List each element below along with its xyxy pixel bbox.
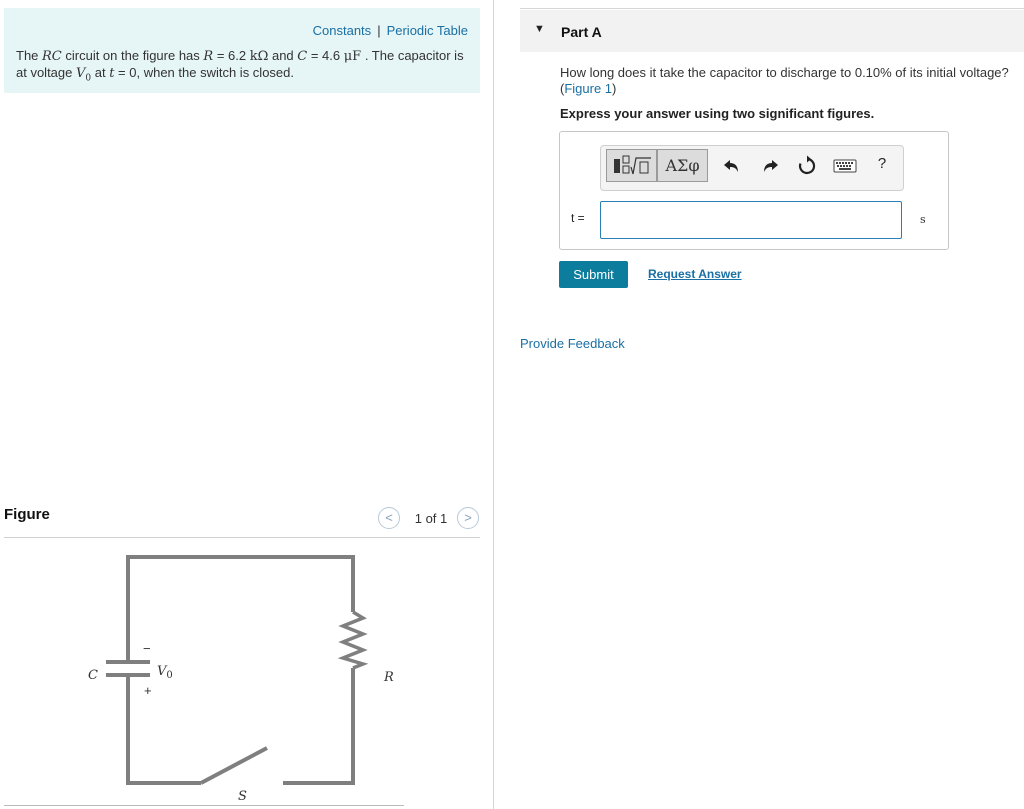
capacitor-label: C <box>88 668 98 683</box>
next-figure-button[interactable]: > <box>457 507 479 529</box>
part-top-divider <box>520 8 1024 9</box>
redo-icon[interactable] <box>758 154 782 178</box>
figure-divider <box>4 537 480 538</box>
circuit-wire-resistor-bottom <box>283 668 355 785</box>
request-answer-link[interactable]: Request Answer <box>648 267 742 281</box>
templates-icon <box>614 155 651 175</box>
question-text: How long does it take the capacitor to d… <box>560 65 1009 96</box>
figure-bottom-divider <box>4 805 404 806</box>
reset-icon[interactable] <box>795 154 819 178</box>
resistor-zigzag <box>337 610 369 670</box>
problem-statement-box: Constants | Periodic Table The RC circuit … <box>4 8 480 93</box>
link-separator: | <box>377 23 381 38</box>
figure-title: Figure <box>4 506 50 523</box>
answer-input[interactable] <box>600 201 902 239</box>
keyboard-icon[interactable] <box>833 157 857 175</box>
help-icon[interactable]: ? <box>871 155 893 172</box>
previous-figure-button[interactable]: < <box>378 507 400 529</box>
circuit-wire-left <box>126 555 355 661</box>
part-title[interactable]: Part A <box>561 24 602 40</box>
templates-button[interactable] <box>606 149 657 182</box>
switch-label: S <box>238 789 247 804</box>
voltage-label: V0 <box>157 664 173 681</box>
resource-links: Constants | Periodic Table <box>313 23 468 38</box>
answer-unit-label: s <box>920 213 926 226</box>
circuit-wire-switch-left <box>126 676 201 785</box>
capacitor-minus-sign: − <box>143 641 151 656</box>
answer-variable-label: t = <box>571 211 585 225</box>
submit-button[interactable]: Submit <box>559 261 628 288</box>
figure-reference-link[interactable]: Figure 1 <box>564 81 612 96</box>
collapse-toggle-icon[interactable]: ▼ <box>534 23 545 35</box>
answer-instruction: Express your answer using two significan… <box>560 106 875 121</box>
resistor-label: R <box>383 670 394 685</box>
switch-blade <box>200 746 268 785</box>
constants-link[interactable]: Constants <box>313 23 372 38</box>
capacitor-plus-sign: + <box>144 683 152 698</box>
periodic-table-link[interactable]: Periodic Table <box>387 23 468 38</box>
figure-page-count: 1 of 1 <box>414 511 448 526</box>
greek-symbols-button[interactable]: ΑΣφ <box>657 149 708 182</box>
problem-text: The RC circuit on the figure has R = 6.2… <box>16 48 464 84</box>
rc-circuit-diagram: C − + V0 R S <box>88 555 394 804</box>
panel-divider <box>493 0 494 809</box>
undo-icon[interactable] <box>720 154 744 178</box>
provide-feedback-link[interactable]: Provide Feedback <box>520 336 625 351</box>
